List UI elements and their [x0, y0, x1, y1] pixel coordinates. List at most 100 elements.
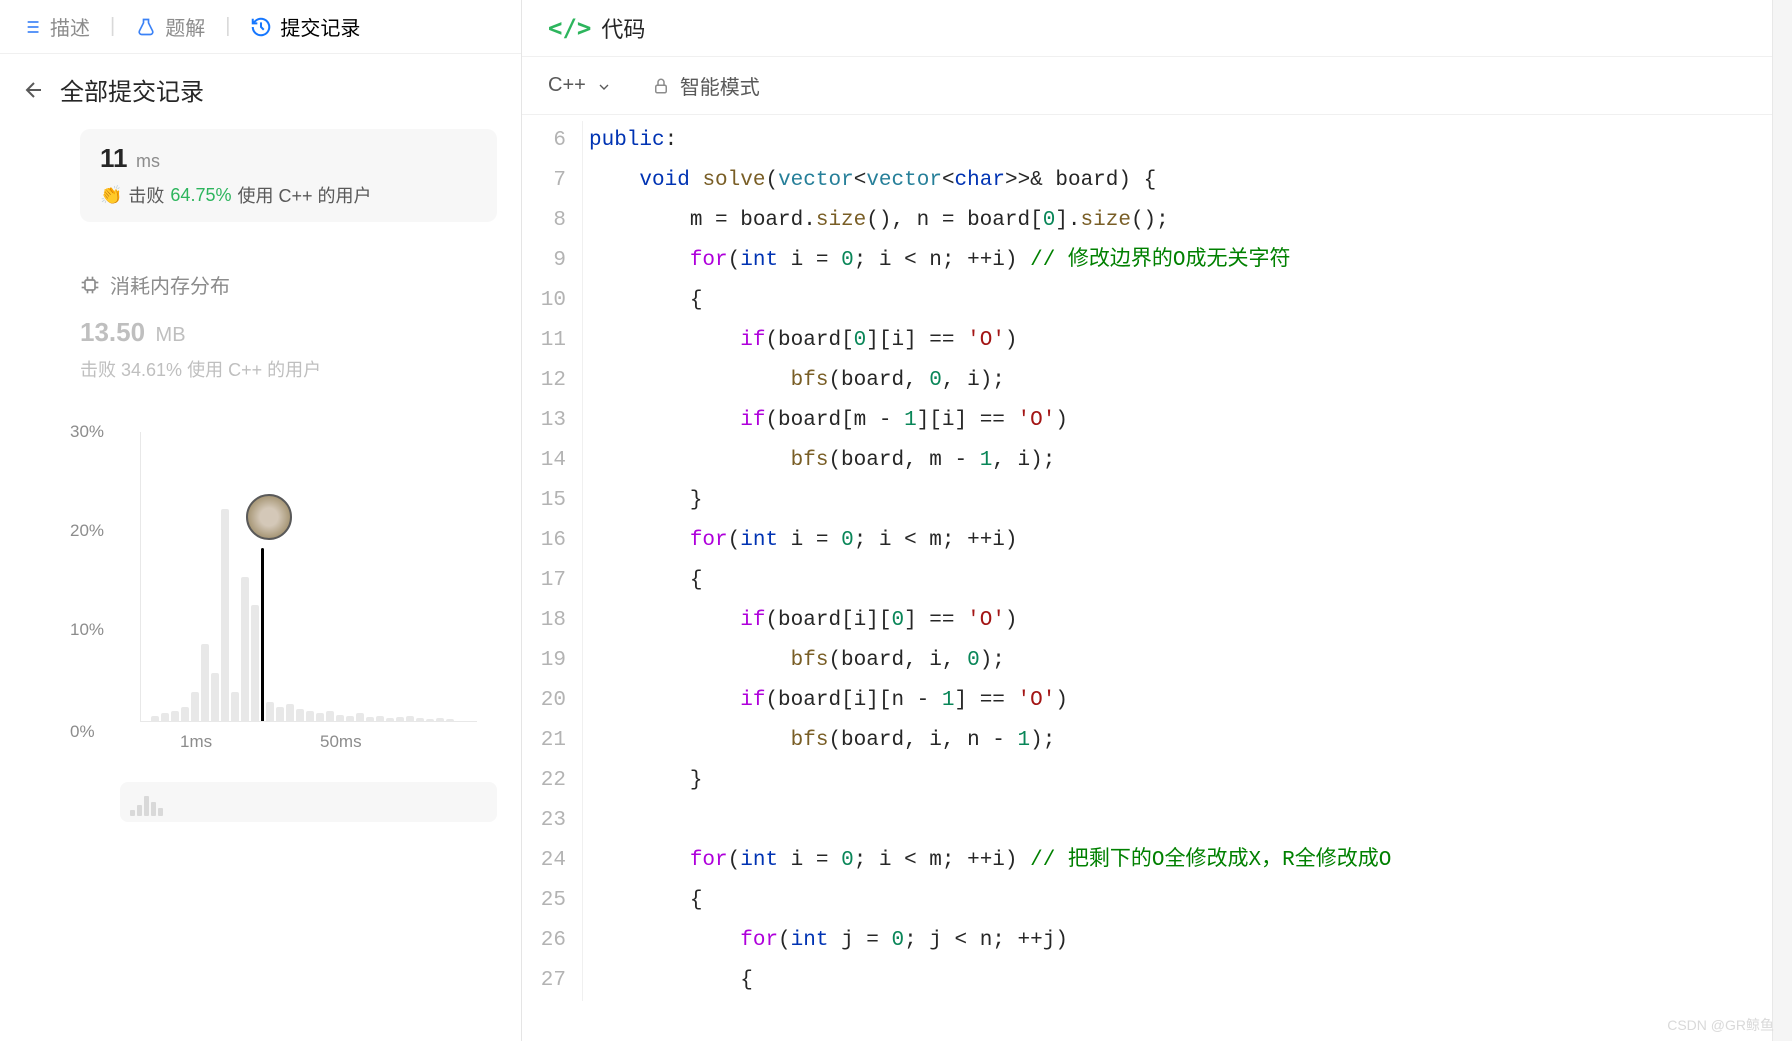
tab-label: 描述 [50, 12, 90, 41]
sub-header: 全部提交记录 [0, 54, 521, 129]
code-header: </> 代码 [522, 0, 1772, 56]
code-line[interactable]: { [582, 881, 1772, 921]
chart-bar[interactable] [336, 715, 344, 721]
chart-bar[interactable] [306, 711, 314, 721]
code-line[interactable]: for(int j = 0; j < n; ++j) [582, 921, 1772, 961]
code-line[interactable]: bfs(board, 0, i); [582, 361, 1772, 401]
scrollbar[interactable] [1772, 0, 1792, 1041]
code-editor[interactable]: 6789101112131415161718192021222324252627… [522, 115, 1772, 1041]
chart-bar[interactable] [241, 577, 249, 722]
tab-label: 题解 [165, 12, 205, 41]
chart-bar[interactable] [251, 605, 259, 721]
y-tick: 10% [70, 620, 104, 640]
lock-icon [652, 77, 670, 95]
code-line[interactable]: m = board.size(), n = board[0].size(); [582, 201, 1772, 241]
tabs: 描述 | 题解 | 提交记录 [0, 0, 521, 54]
code-line[interactable]: { [582, 561, 1772, 601]
chart-bar[interactable] [386, 718, 394, 721]
line-number: 21 [532, 721, 566, 761]
chart-bar[interactable] [171, 711, 179, 721]
chart-bar[interactable] [446, 719, 454, 721]
language-selector[interactable]: C++ [548, 74, 612, 97]
chart-bar[interactable] [296, 709, 304, 721]
chart-bar[interactable] [151, 716, 159, 721]
line-number: 13 [532, 401, 566, 441]
code-line[interactable]: bfs(board, m - 1, i); [582, 441, 1772, 481]
code-line[interactable]: } [582, 481, 1772, 521]
runtime-chart[interactable]: 30% 20% 10% 0% 1ms 50ms [70, 422, 497, 762]
code-line[interactable]: bfs(board, i, n - 1); [582, 721, 1772, 761]
memory-value: 13.50 [80, 317, 145, 348]
chart-bar[interactable] [316, 713, 324, 721]
line-numbers: 6789101112131415161718192021222324252627 [522, 115, 582, 1041]
y-tick: 30% [70, 422, 104, 442]
beat-pct: 64.75% [170, 185, 231, 206]
code-line[interactable]: public: [582, 121, 1772, 161]
code-line[interactable]: void solve(vector<vector<char>>& board) … [582, 161, 1772, 201]
line-number: 7 [532, 161, 566, 201]
line-number: 12 [532, 361, 566, 401]
code-content[interactable]: public: void solve(vector<vector<char>>&… [582, 115, 1772, 1041]
y-tick: 20% [70, 521, 104, 541]
tab-submissions[interactable]: 提交记录 [250, 12, 360, 41]
code-line[interactable]: if(board[i][n - 1] == 'O') [582, 681, 1772, 721]
code-line[interactable]: bfs(board, i, 0); [582, 641, 1772, 681]
code-line[interactable] [582, 801, 1772, 841]
avatar [246, 494, 292, 540]
runtime-card[interactable]: 11 ms 👏 击败 64.75% 使用 C++ 的用户 [80, 129, 497, 222]
chart-bar[interactable] [356, 713, 364, 721]
chart-bar[interactable] [406, 716, 414, 721]
separator: | [110, 15, 115, 38]
memory-mini-chart[interactable] [120, 782, 497, 822]
chart-bar[interactable] [326, 711, 334, 721]
chart-bar[interactable] [161, 713, 169, 721]
line-number: 16 [532, 521, 566, 561]
line-number: 19 [532, 641, 566, 681]
chart-bar[interactable] [181, 707, 189, 721]
list-icon [20, 16, 42, 38]
code-line[interactable]: { [582, 281, 1772, 321]
chart-bar[interactable] [191, 692, 199, 721]
chart-marker [261, 548, 264, 721]
memory-section: 消耗内存分布 13.50 MB 击败 34.61% 使用 C++ 的用户 [80, 270, 497, 382]
chart-bar[interactable] [376, 716, 384, 721]
beat-label: 击败 [128, 182, 164, 208]
memory-beat-suffix: 使用 C++ 的用户 [187, 360, 321, 380]
tab-description[interactable]: 描述 [20, 12, 90, 41]
code-line[interactable]: for(int i = 0; i < n; ++i) // 修改边界的O成无关字… [582, 241, 1772, 281]
chart-bar[interactable] [276, 707, 284, 721]
code-line[interactable]: if(board[m - 1][i] == 'O') [582, 401, 1772, 441]
runtime-value: 11 [100, 143, 128, 174]
chart-bar[interactable] [221, 509, 229, 721]
left-panel: 描述 | 题解 | 提交记录 全部提交记录 [0, 0, 522, 1041]
chart-bar[interactable] [286, 704, 294, 721]
history-icon [250, 16, 272, 38]
memory-beat-pct: 34.61% [121, 360, 182, 380]
chart-bar[interactable] [426, 719, 434, 721]
chart-bar[interactable] [266, 702, 274, 721]
chart-bar[interactable] [211, 673, 219, 721]
line-number: 17 [532, 561, 566, 601]
code-line[interactable]: { [582, 961, 1772, 1001]
tab-solution[interactable]: 题解 [135, 12, 205, 41]
chart-bar[interactable] [201, 644, 209, 721]
chart-bar[interactable] [416, 718, 424, 721]
mode-indicator[interactable]: 智能模式 [652, 71, 760, 100]
flask-icon [135, 16, 157, 38]
chip-icon [80, 275, 100, 295]
sub-header-title: 全部提交记录 [60, 72, 204, 107]
chart-bar[interactable] [366, 717, 374, 721]
line-number: 18 [532, 601, 566, 641]
chart-bar[interactable] [231, 692, 239, 721]
code-line[interactable]: for(int i = 0; i < m; ++i) [582, 521, 1772, 561]
chart-bar[interactable] [346, 716, 354, 721]
back-arrow-icon[interactable] [22, 78, 46, 102]
separator: | [225, 15, 230, 38]
code-line[interactable]: } [582, 761, 1772, 801]
code-line[interactable]: for(int i = 0; i < m; ++i) // 把剩下的O全修改成X… [582, 841, 1772, 881]
code-line[interactable]: if(board[i][0] == 'O') [582, 601, 1772, 641]
code-line[interactable]: if(board[0][i] == 'O') [582, 321, 1772, 361]
line-number: 14 [532, 441, 566, 481]
chart-bar[interactable] [396, 717, 404, 721]
chart-bar[interactable] [436, 718, 444, 721]
